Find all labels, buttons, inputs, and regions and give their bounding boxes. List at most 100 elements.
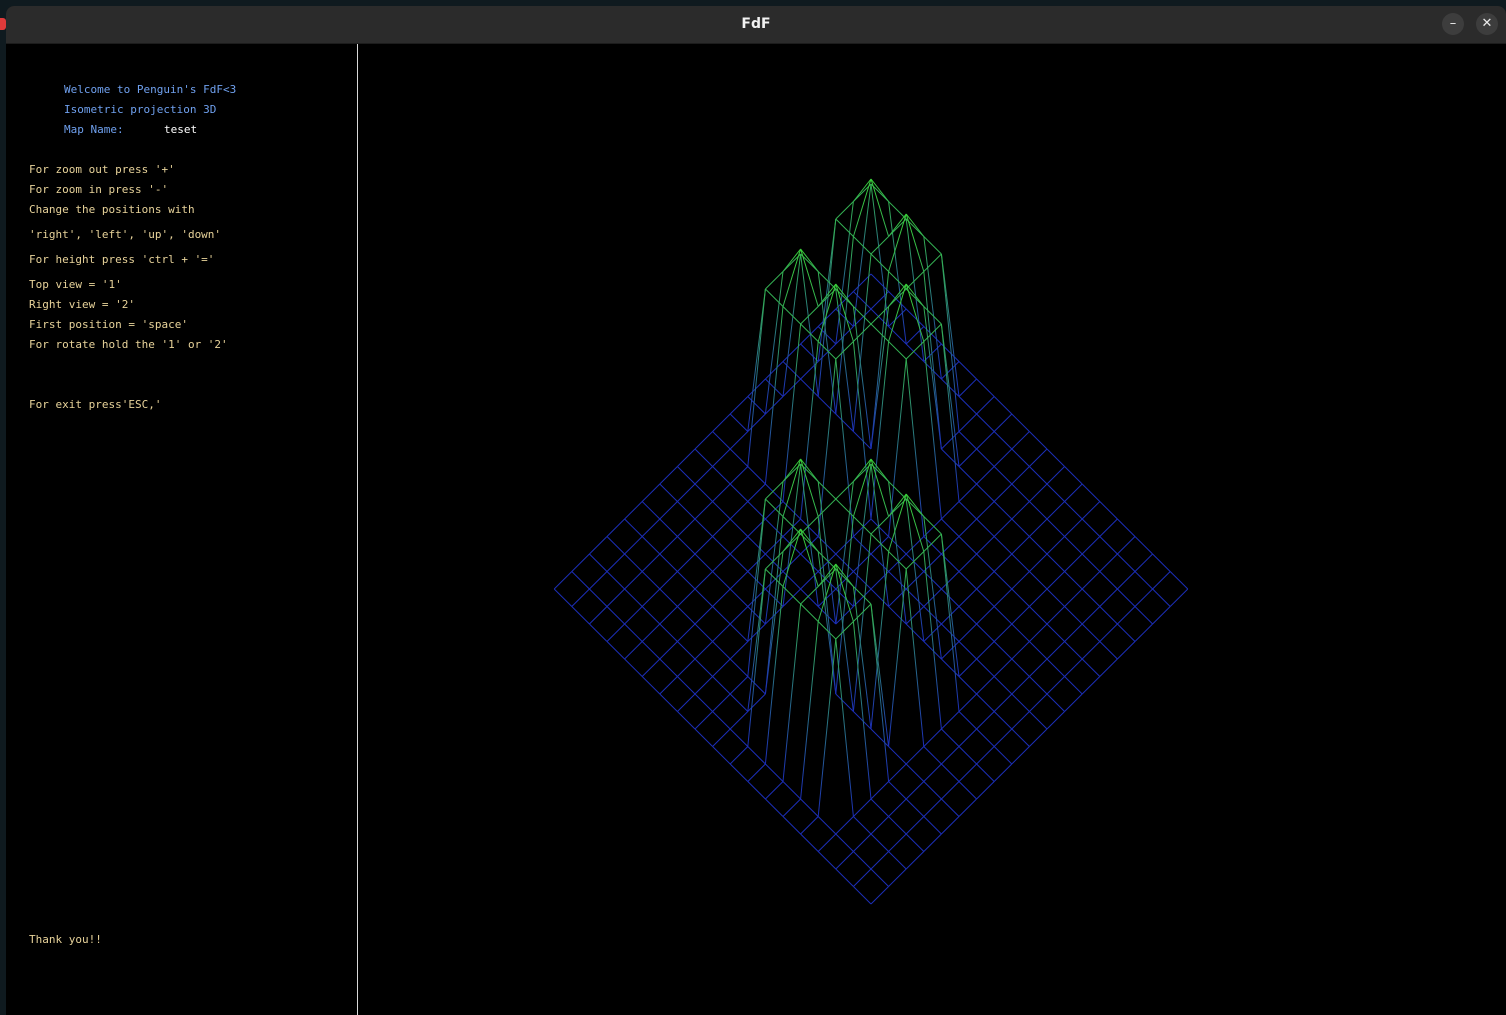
mesh-edge <box>729 641 749 660</box>
mesh-edge <box>993 746 1013 765</box>
exit-hint: For exit press'ESC,' <box>29 398 162 411</box>
mesh-edge <box>800 343 819 362</box>
mesh-edge <box>993 466 1013 485</box>
mesh-edge <box>1081 483 1101 502</box>
minimize-button[interactable]: – <box>1442 13 1464 35</box>
mesh-edge <box>993 536 1013 555</box>
mesh-edge <box>923 781 942 800</box>
mesh-edge <box>1117 553 1136 572</box>
mesh-edge <box>976 518 995 537</box>
map-name-label: Map Name: <box>64 123 124 136</box>
mesh-edge <box>729 571 749 590</box>
mesh-edge <box>941 658 960 677</box>
mesh-edge <box>835 833 854 852</box>
mesh-edge <box>712 623 731 642</box>
mesh-edge <box>958 711 977 730</box>
mesh-edge <box>993 413 1013 432</box>
mesh-edge <box>958 396 977 415</box>
mesh-edge <box>747 763 766 782</box>
mesh-edge <box>677 693 696 712</box>
mesh-edge <box>1011 606 1030 625</box>
mesh-edge <box>606 606 625 625</box>
mesh-edge <box>571 571 590 590</box>
mesh-edge <box>1011 501 1030 520</box>
mesh-edge <box>1011 466 1030 485</box>
mesh-edge <box>958 676 977 695</box>
mesh-edge <box>1029 676 1048 695</box>
mesh-edge <box>835 563 854 587</box>
mesh-edge <box>624 553 643 572</box>
mesh-edge <box>782 463 802 607</box>
fdf-window: FdF – ✕ Welcome to Penguin's FdF<3 Isome… <box>6 6 1506 1015</box>
mesh-edge <box>677 658 696 677</box>
mesh-edge <box>1046 606 1065 625</box>
mesh-edge <box>958 518 977 537</box>
mesh-edge <box>1134 588 1153 607</box>
mesh-edge <box>589 623 608 642</box>
mesh-edge <box>1099 588 1118 607</box>
mesh-edge <box>1046 536 1065 555</box>
mesh-edge <box>888 568 907 747</box>
mesh-edge <box>870 458 889 482</box>
mesh-edge <box>1169 571 1189 590</box>
mesh-edge <box>817 851 837 870</box>
mesh-edge <box>694 623 713 642</box>
mesh-edge <box>923 746 942 765</box>
mesh-edge <box>624 623 643 642</box>
mesh-edge <box>765 781 784 800</box>
window-title: FdF <box>741 16 771 32</box>
mesh-edge <box>571 553 590 572</box>
mesh-edge <box>1152 588 1171 607</box>
mesh-edge <box>923 553 942 572</box>
mesh-edge <box>976 641 995 660</box>
mesh-edge <box>589 606 608 625</box>
mesh-edge <box>659 693 678 712</box>
mesh-edge <box>729 501 749 520</box>
mesh-edge <box>729 588 749 607</box>
mesh-edge <box>641 501 661 520</box>
mesh-edge <box>677 606 696 625</box>
mesh-edge <box>853 816 872 835</box>
mesh-edge <box>888 798 907 817</box>
mesh-edge <box>712 658 731 677</box>
mesh-edge <box>835 413 854 432</box>
mesh-edge <box>888 833 907 852</box>
mesh-edge <box>624 571 643 590</box>
mesh-edge <box>765 361 784 380</box>
mesh-edge <box>589 536 608 555</box>
mesh-edge <box>958 781 977 800</box>
change-positions-hint: Change the positions with <box>29 203 195 216</box>
mesh-edge <box>888 201 907 220</box>
mesh-edge <box>852 253 872 432</box>
mesh-edge <box>993 658 1013 677</box>
mesh-edge <box>1081 518 1101 537</box>
title-bar[interactable]: FdF – ✕ <box>6 6 1506 44</box>
mesh-edge <box>817 358 837 537</box>
mesh-edge <box>905 763 925 782</box>
render-canvas[interactable]: Welcome to Penguin's FdF<3 Isometric pro… <box>6 44 1506 1015</box>
mesh-edge <box>1011 658 1030 677</box>
mesh-edge <box>905 851 925 870</box>
mesh-edge <box>694 536 713 555</box>
mesh-edge <box>677 571 696 590</box>
mesh-edge <box>677 676 696 695</box>
mesh-edge <box>1081 501 1101 520</box>
mesh-edge <box>1029 693 1048 712</box>
mesh-edge <box>1011 693 1030 712</box>
close-button[interactable]: ✕ <box>1476 13 1498 35</box>
mesh-edge <box>1046 571 1065 590</box>
mesh-edge <box>800 588 819 607</box>
mesh-edge <box>641 518 661 537</box>
mesh-edge <box>729 396 749 415</box>
mesh-edge <box>729 483 749 502</box>
mesh-edge <box>782 586 801 605</box>
mesh-edge <box>1029 711 1048 730</box>
mesh-edge <box>1011 711 1030 730</box>
mesh-edge <box>694 431 713 450</box>
mesh-edge <box>940 323 960 502</box>
mesh-edge <box>1046 641 1065 660</box>
mesh-edge <box>888 746 907 765</box>
mesh-edge <box>817 638 837 817</box>
projection-text: Isometric projection 3D <box>64 103 217 116</box>
menu-panel: Welcome to Penguin's FdF<3 Isometric pro… <box>6 44 358 1015</box>
